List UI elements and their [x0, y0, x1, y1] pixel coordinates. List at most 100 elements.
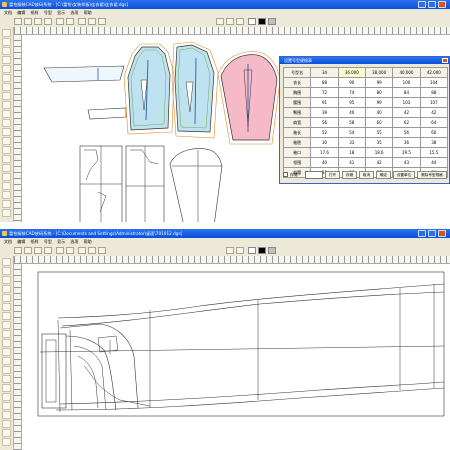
measurement-value-cell[interactable]: 18 [337, 147, 366, 158]
size-name-input[interactable] [305, 171, 323, 179]
open-icon[interactable] [24, 18, 32, 25]
save-icon[interactable] [34, 18, 42, 25]
menu-edit[interactable]: 编辑 [17, 239, 25, 244]
button-icon[interactable] [2, 384, 11, 392]
color-swatch-gray[interactable] [268, 18, 276, 25]
rotate-icon[interactable] [2, 339, 11, 347]
save-checkbox[interactable] [283, 172, 288, 177]
select-icon[interactable] [2, 411, 11, 419]
curve-icon[interactable] [2, 56, 11, 64]
ruler-icon[interactable] [2, 366, 11, 374]
grade-icon[interactable] [236, 247, 244, 254]
menu-pattern[interactable]: 纸样 [31, 10, 39, 15]
measurement-value-cell[interactable]: 17.6 [310, 147, 339, 158]
seam-icon[interactable] [2, 375, 11, 383]
measurement-name-cell[interactable]: 袖口 [282, 147, 312, 158]
text-icon[interactable] [2, 357, 11, 365]
measurement-name-cell[interactable]: 胸围 [282, 87, 312, 98]
set-unit-button[interactable]: 设置单位 [393, 171, 415, 179]
pointer-icon[interactable] [2, 258, 11, 266]
menu-pattern[interactable]: 纸样 [31, 239, 39, 244]
hand-icon[interactable] [2, 209, 11, 217]
menu-help[interactable]: 帮助 [84, 10, 92, 15]
dart-icon[interactable] [2, 321, 11, 329]
pointer-icon[interactable] [2, 29, 11, 37]
measurement-value-cell[interactable]: 84 [392, 87, 421, 98]
measurement-value-cell[interactable]: 42 [364, 157, 394, 168]
measurement-value-cell[interactable]: 80 [364, 87, 394, 98]
circle-icon[interactable] [2, 65, 11, 73]
measurement-value-cell[interactable]: 74 [337, 87, 366, 98]
measurement-value-cell[interactable]: 30 [310, 137, 339, 148]
measurement-value-cell[interactable]: 72 [310, 87, 339, 98]
color-swatch-black[interactable] [258, 247, 266, 254]
measurement-value-cell[interactable]: 56 [392, 127, 421, 138]
measurement-value-cell[interactable]: 40 [337, 107, 366, 118]
measurement-name-cell[interactable]: 腰围 [282, 97, 312, 108]
open-button[interactable]: 打开 [325, 171, 340, 179]
measurement-name-cell[interactable]: 袖肥 [282, 137, 312, 148]
measurement-value-cell[interactable]: 33 [337, 137, 366, 148]
measure-tool-icon[interactable] [2, 429, 11, 437]
hand-icon[interactable] [2, 438, 11, 446]
select-icon[interactable] [2, 182, 11, 190]
measurement-name-cell[interactable]: 袖长 [282, 127, 312, 138]
store-button[interactable]: 存储 [342, 171, 357, 179]
grade-icon[interactable] [226, 18, 234, 25]
measurement-value-cell[interactable]: 103 [392, 97, 421, 108]
menu-view[interactable]: 显示 [57, 10, 65, 15]
measurement-value-cell[interactable]: 35 [364, 137, 394, 148]
new-icon[interactable] [14, 247, 22, 254]
dialog-close-icon[interactable] [442, 58, 448, 63]
measure-tool-icon[interactable] [2, 200, 11, 208]
zoom-icon[interactable] [78, 18, 86, 25]
dart-icon[interactable] [2, 92, 11, 100]
pleat-icon[interactable] [2, 164, 11, 172]
color-swatch-white[interactable] [248, 247, 256, 254]
measurement-value-cell[interactable]: 99 [364, 77, 394, 88]
measurement-name-cell[interactable]: 衣长 [282, 77, 312, 88]
menu-file[interactable]: 文档 [4, 10, 12, 15]
measurement-name-cell[interactable]: 臀围 [282, 107, 312, 118]
line-icon[interactable] [2, 47, 11, 55]
measurement-value-cell[interactable]: 40 [310, 157, 339, 168]
measurement-value-cell[interactable]: 54 [337, 127, 366, 138]
measurement-value-cell[interactable]: 43 [392, 157, 421, 168]
cancel-button[interactable]: 取消 [359, 171, 374, 179]
color-swatch-black[interactable] [258, 18, 266, 25]
text-icon[interactable] [2, 128, 11, 136]
measurement-value-cell[interactable]: 36 [392, 137, 421, 148]
pen-icon[interactable] [2, 38, 11, 46]
eraser-icon[interactable] [2, 402, 11, 410]
close-button[interactable] [438, 1, 446, 8]
notch-icon[interactable] [2, 312, 11, 320]
redo-icon[interactable] [66, 18, 74, 25]
measure-icon[interactable] [98, 18, 106, 25]
palette-icon[interactable] [216, 18, 224, 25]
color-swatch-white[interactable] [248, 18, 256, 25]
measurement-value-cell[interactable]: 19.5 [392, 147, 421, 158]
measurement-name-cell[interactable]: 肩宽 [282, 117, 312, 128]
bottom-titlebar[interactable]: 富怡服装CAD放码系统 - [C:\Documents and Settings… [0, 229, 450, 238]
fold-icon[interactable] [2, 101, 11, 109]
button-icon[interactable] [2, 155, 11, 163]
column-header-base-size[interactable]: 36.000 [337, 67, 366, 78]
measurement-value-cell[interactable]: 58 [337, 117, 366, 128]
measurement-value-cell[interactable]: 56 [310, 117, 339, 128]
print-icon[interactable] [44, 18, 52, 25]
print-icon[interactable] [44, 247, 52, 254]
seam-icon[interactable] [2, 146, 11, 154]
column-header[interactable]: 号型名 [282, 67, 312, 78]
measurement-value-cell[interactable]: 52 [310, 127, 339, 138]
measurement-value-cell[interactable]: 64 [419, 117, 449, 128]
knife-icon[interactable] [2, 303, 11, 311]
curve-icon[interactable] [2, 285, 11, 293]
ok-button[interactable]: 确定 [376, 171, 391, 179]
measurement-value-cell[interactable]: 104 [419, 77, 449, 88]
measure-icon[interactable] [98, 247, 106, 254]
layer-icon[interactable] [236, 18, 244, 25]
color-swatch-gray[interactable] [268, 247, 276, 254]
measurement-value-cell[interactable]: 91 [310, 97, 339, 108]
measurement-value-cell[interactable]: 42 [392, 107, 421, 118]
mirror-icon[interactable] [2, 119, 11, 127]
